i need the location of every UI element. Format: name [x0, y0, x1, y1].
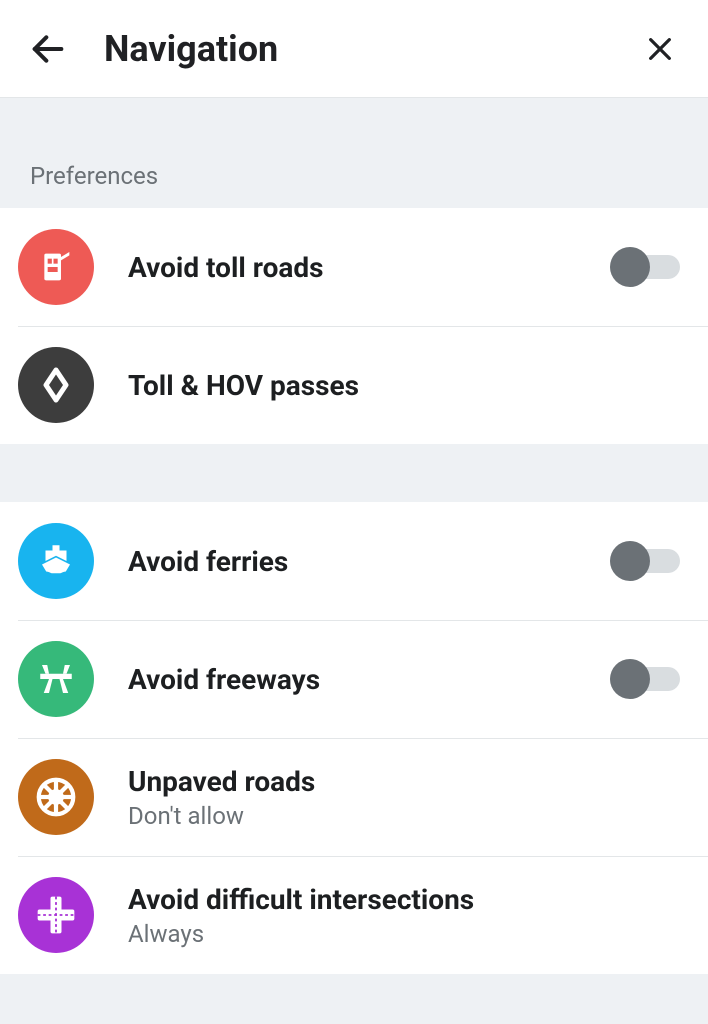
row-toll-hov-passes[interactable]: Toll & HOV passes — [0, 326, 708, 444]
row-text: Unpaved roads Don't allow — [128, 765, 680, 830]
close-button[interactable] — [640, 33, 680, 65]
toggle-avoid-freeways[interactable] — [610, 659, 680, 699]
row-avoid-ferries[interactable]: Avoid ferries — [0, 502, 708, 620]
arrow-left-icon — [28, 29, 68, 69]
row-text: Avoid toll roads — [128, 251, 610, 284]
row-text: Toll & HOV passes — [128, 369, 680, 402]
back-button[interactable] — [28, 29, 76, 69]
ferry-icon — [18, 523, 94, 599]
row-subtitle: Don't allow — [128, 802, 680, 830]
row-text: Avoid freeways — [128, 663, 610, 696]
preferences-list-2: Avoid ferries Avoid freeways — [0, 502, 708, 974]
intersection-icon — [18, 877, 94, 953]
row-avoid-freeways[interactable]: Avoid freeways — [0, 620, 708, 738]
row-avoid-difficult-intersections[interactable]: Avoid difficult intersections Always — [0, 856, 708, 974]
diamond-icon — [18, 347, 94, 423]
section-gap — [0, 444, 708, 502]
row-title: Avoid difficult intersections — [128, 883, 680, 916]
toggle-avoid-toll-roads[interactable] — [610, 247, 680, 287]
row-title: Avoid freeways — [128, 663, 610, 696]
bottom-gap — [0, 974, 708, 1002]
close-icon — [644, 33, 676, 65]
freeway-icon — [18, 641, 94, 717]
row-title: Avoid ferries — [128, 545, 610, 578]
row-title: Toll & HOV passes — [128, 369, 680, 402]
header: Navigation — [0, 0, 708, 98]
preferences-list-1: Avoid toll roads Toll & HOV passes — [0, 208, 708, 444]
row-avoid-toll-roads[interactable]: Avoid toll roads — [0, 208, 708, 326]
row-title: Avoid toll roads — [128, 251, 610, 284]
row-subtitle: Always — [128, 920, 680, 948]
page-title: Navigation — [104, 28, 640, 70]
section-heading-preferences: Preferences — [0, 98, 708, 208]
row-title: Unpaved roads — [128, 765, 680, 798]
toll-icon — [18, 229, 94, 305]
wheel-icon — [18, 759, 94, 835]
toggle-avoid-ferries[interactable] — [610, 541, 680, 581]
row-text: Avoid difficult intersections Always — [128, 883, 680, 948]
row-unpaved-roads[interactable]: Unpaved roads Don't allow — [0, 738, 708, 856]
row-text: Avoid ferries — [128, 545, 610, 578]
